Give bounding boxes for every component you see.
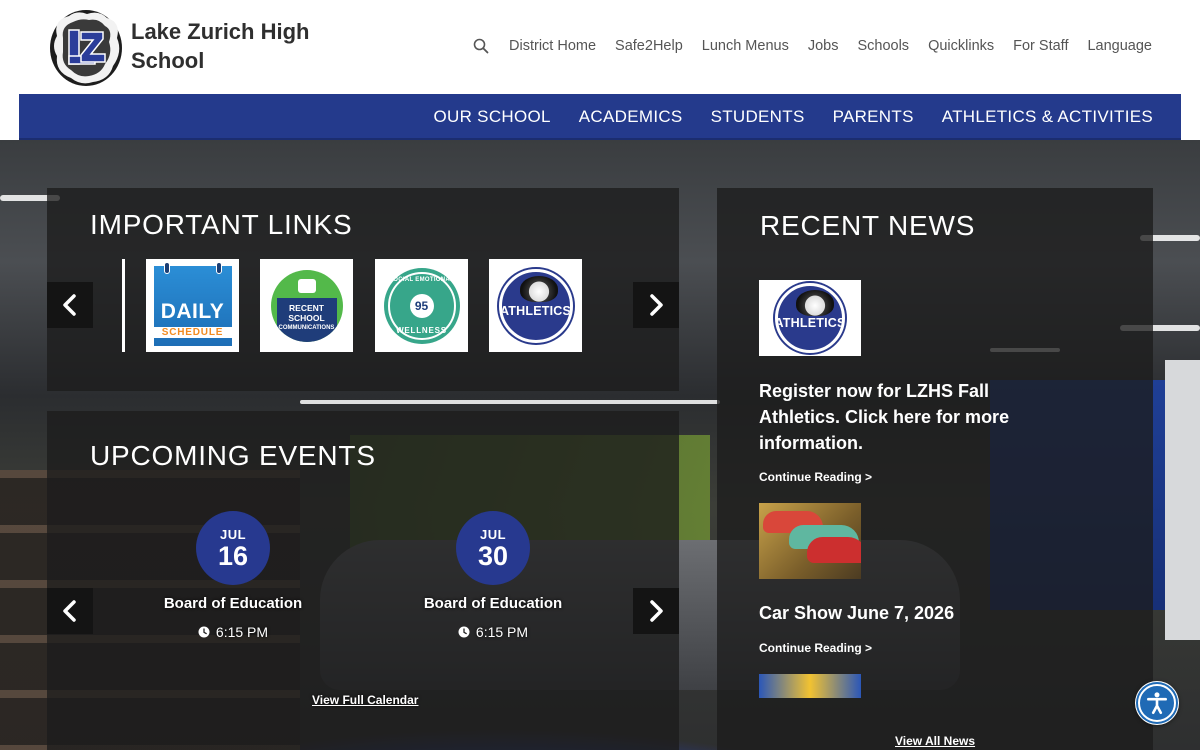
recent-news-panel: RECENT NEWS ATHLETICS Register now for L… — [717, 188, 1153, 750]
social-emotional-wellness-tile[interactable]: SOCIAL EMOTIONAL 95 WELLNESS — [375, 259, 468, 352]
view-all-news-link[interactable]: View All News — [895, 734, 975, 748]
sel-bottom-text: WELLNESS — [396, 325, 447, 335]
event-date-badge: JUL 16 — [196, 511, 270, 585]
athletics-word: ATHLETICS — [500, 303, 572, 318]
news-thumbnail-athletics[interactable]: ATHLETICS — [759, 280, 861, 356]
links-next-button[interactable] — [633, 282, 679, 328]
util-link-jobs[interactable]: Jobs — [808, 38, 839, 54]
event-item[interactable]: JUL 16 Board of Education 6:15 PM — [143, 511, 323, 640]
util-link-district-home[interactable]: District Home — [509, 38, 596, 54]
utility-nav: District Home Safe2Help Lunch Menus Jobs… — [472, 37, 1152, 55]
event-date-badge: JUL 30 — [456, 511, 530, 585]
comm-line-3: COMMUNICATIONS — [278, 324, 335, 331]
event-month: JUL — [479, 526, 507, 542]
athletics-logo-icon: ATHLETICS — [498, 268, 573, 343]
nav-parents[interactable]: PARENTS — [833, 107, 914, 127]
nav-students[interactable]: STUDENTS — [711, 107, 805, 127]
calendar-icon: DAILY SCHEDULE — [153, 261, 232, 346]
important-links-panel: IMPORTANT LINKS DAILY SCHEDULE RECENT SC… — [47, 188, 679, 391]
links-prev-button[interactable] — [47, 282, 93, 328]
continue-reading-link[interactable]: Continue Reading > — [759, 641, 872, 655]
recent-news-title: RECENT NEWS — [760, 210, 976, 241]
school-logo[interactable] — [47, 8, 125, 88]
news-headline[interactable]: Register now for LZHS Fall Athletics. Cl… — [759, 378, 1029, 456]
nav-athletics-activities[interactable]: ATHLETICS & ACTIVITIES — [942, 107, 1153, 127]
util-link-language[interactable]: Language — [1087, 38, 1152, 54]
chevron-left-icon — [63, 294, 76, 316]
events-next-button[interactable] — [633, 588, 679, 634]
event-item[interactable]: JUL 30 Board of Education 6:15 PM — [403, 511, 583, 640]
event-time: 6:15 PM — [403, 624, 583, 640]
school-communications-tile[interactable]: RECENT SCHOOL COMMUNICATIONS — [260, 259, 353, 352]
accessibility-button[interactable] — [1135, 681, 1179, 725]
athletics-tile[interactable]: ATHLETICS — [489, 259, 582, 352]
clock-icon — [198, 626, 210, 638]
athletics-word: ATHLETICS — [775, 316, 845, 330]
school-name[interactable]: Lake Zurich High School — [131, 17, 351, 75]
comm-line-2: SCHOOL — [288, 312, 325, 323]
accessibility-icon — [1138, 684, 1176, 722]
chevron-left-icon — [63, 600, 76, 622]
upcoming-events-title: UPCOMING EVENTS — [90, 440, 376, 471]
view-full-calendar-link[interactable]: View Full Calendar — [312, 693, 418, 707]
athletics-logo-icon: ATHLETICS — [775, 283, 845, 353]
event-day: 16 — [217, 540, 249, 571]
clock-icon — [458, 626, 470, 638]
event-time-text: 6:15 PM — [475, 624, 529, 640]
continue-reading-link[interactable]: Continue Reading > — [759, 470, 872, 484]
util-link-quicklinks[interactable]: Quicklinks — [928, 38, 994, 54]
news-thumbnail[interactable] — [759, 674, 861, 698]
daily-word: DAILY — [160, 299, 225, 323]
event-title[interactable]: Board of Education — [143, 595, 323, 612]
chevron-right-icon — [650, 294, 663, 316]
sel-top-text: SOCIAL EMOTIONAL — [388, 276, 455, 283]
event-month: JUL — [219, 526, 247, 542]
news-headline[interactable]: Car Show June 7, 2026 — [759, 600, 1029, 626]
schedule-word: SCHEDULE — [153, 326, 232, 338]
chevron-right-icon — [650, 600, 663, 622]
important-links-title: IMPORTANT LINKS — [90, 209, 353, 240]
util-link-lunch-menus[interactable]: Lunch Menus — [702, 38, 789, 54]
util-link-schools[interactable]: Schools — [857, 38, 909, 54]
nav-academics[interactable]: ACADEMICS — [579, 107, 683, 127]
daily-schedule-tile[interactable]: DAILY SCHEDULE — [146, 259, 239, 352]
chat-bubble-icon: RECENT SCHOOL COMMUNICATIONS — [270, 269, 343, 342]
comm-line-1: RECENT — [289, 302, 324, 313]
event-time: 6:15 PM — [143, 624, 323, 640]
main-nav: OUR SCHOOL ACADEMICS STUDENTS PARENTS AT… — [19, 94, 1181, 140]
util-link-safe2help[interactable]: Safe2Help — [615, 38, 683, 54]
upcoming-events-panel: UPCOMING EVENTS JUL 16 Board of Educatio… — [47, 411, 679, 750]
carousel-divider — [122, 259, 125, 352]
search-icon[interactable] — [472, 37, 490, 55]
wellness-hands-icon: SOCIAL EMOTIONAL 95 WELLNESS — [383, 267, 460, 344]
site-header: Lake Zurich High School District Home Sa… — [0, 0, 1200, 94]
events-prev-button[interactable] — [47, 588, 93, 634]
nav-our-school[interactable]: OUR SCHOOL — [433, 107, 550, 127]
event-day: 30 — [477, 540, 509, 571]
event-title[interactable]: Board of Education — [403, 595, 583, 612]
news-thumbnail-car-show[interactable] — [759, 503, 861, 579]
event-time-text: 6:15 PM — [215, 624, 269, 640]
util-link-for-staff[interactable]: For Staff — [1013, 38, 1068, 54]
